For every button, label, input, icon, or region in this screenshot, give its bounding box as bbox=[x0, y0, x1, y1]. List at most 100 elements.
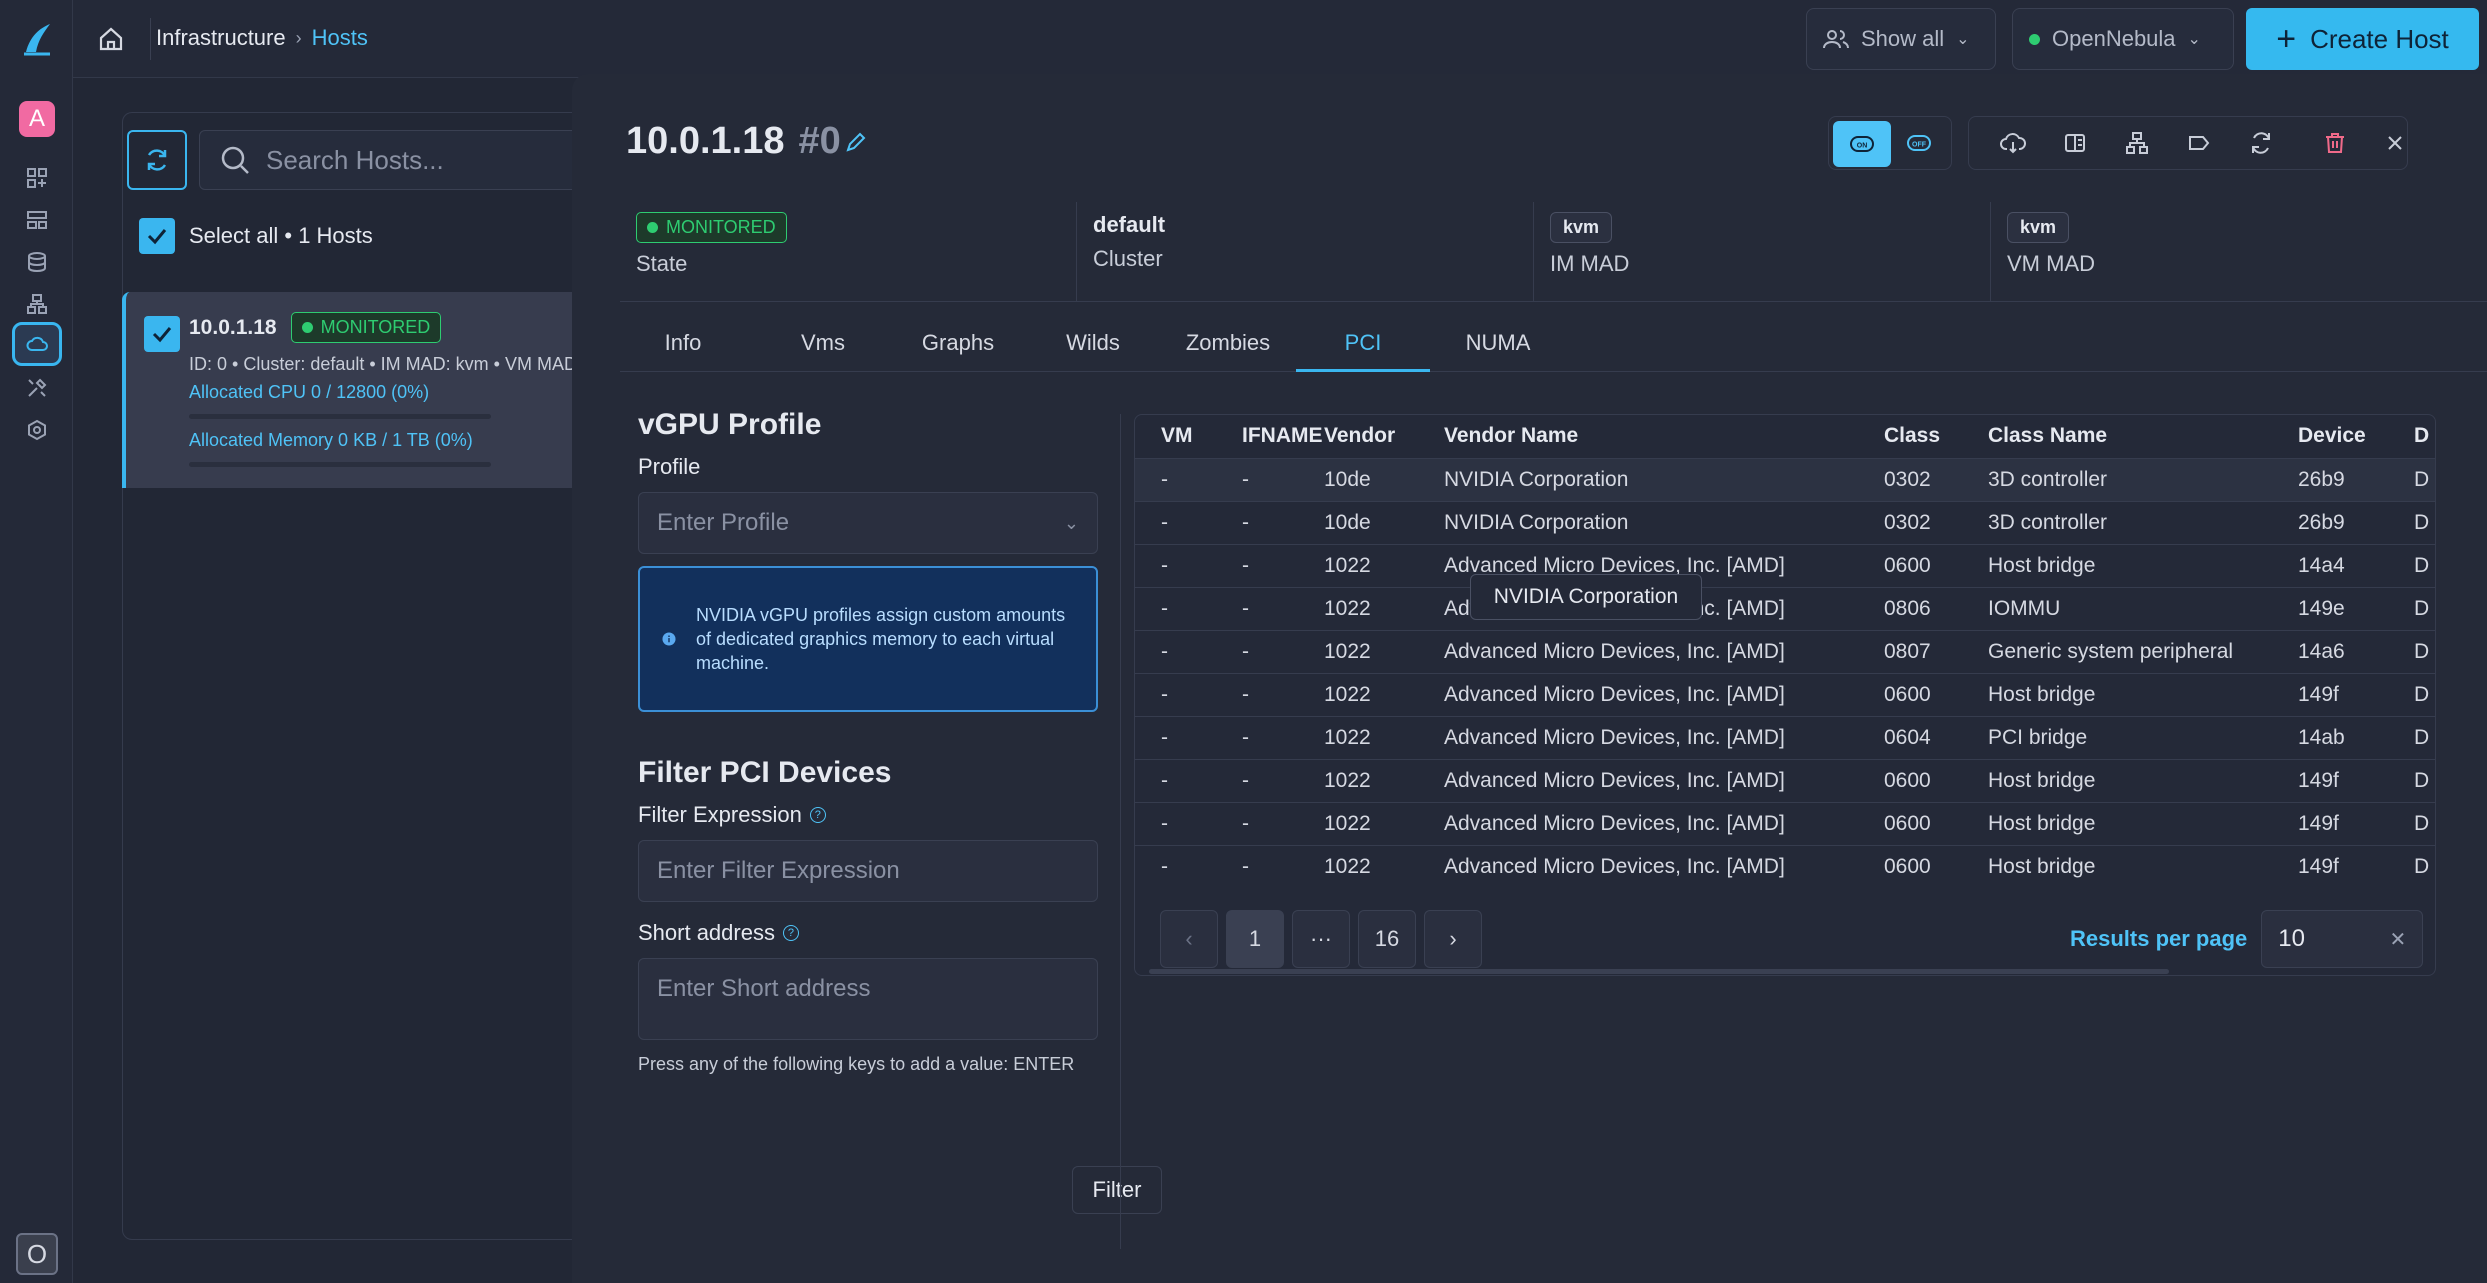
network-icon[interactable] bbox=[12, 286, 62, 322]
cluster-value[interactable]: default bbox=[1093, 212, 1517, 238]
table-cell: 3D controller bbox=[1988, 500, 2298, 544]
column-header[interactable]: D bbox=[2414, 415, 2435, 458]
settings-icon[interactable] bbox=[12, 412, 62, 448]
refresh-button[interactable] bbox=[127, 130, 187, 190]
column-header[interactable]: VM bbox=[1161, 415, 1242, 458]
table-cell: Host bridge bbox=[1988, 801, 2298, 845]
host-checkbox[interactable] bbox=[144, 316, 180, 352]
filter-button[interactable]: Filter bbox=[1072, 1166, 1162, 1214]
table-row[interactable]: --1022Advanced Micro Devices, Inc. [AMD]… bbox=[1135, 758, 2435, 802]
table-row[interactable]: --1022Advanced Micro Devices, Inc. [AMD]… bbox=[1135, 801, 2435, 845]
table-pad bbox=[1135, 801, 1161, 845]
power-on-button[interactable]: ON bbox=[1833, 121, 1891, 167]
filter-expression-input[interactable] bbox=[657, 857, 1079, 885]
table-cell: 26b9 bbox=[2298, 500, 2414, 544]
table-row[interactable]: --1022Advanced Micro Devices, Inc. [AMD]… bbox=[1135, 586, 2435, 630]
tab-info[interactable]: Info bbox=[620, 330, 746, 372]
table-row[interactable]: --1022Advanced Micro Devices, Inc. [AMD]… bbox=[1135, 715, 2435, 759]
column-header[interactable]: Device bbox=[2298, 415, 2414, 458]
table-row[interactable]: --1022Advanced Micro Devices, Inc. [AMD]… bbox=[1135, 844, 2435, 888]
cluster-cell: default Cluster bbox=[1077, 202, 1534, 302]
tab-numa[interactable]: NUMA bbox=[1430, 330, 1566, 372]
cloud-download-button[interactable] bbox=[1984, 117, 2042, 169]
table-cell: - bbox=[1161, 715, 1242, 759]
page-last[interactable]: 16 bbox=[1358, 910, 1416, 968]
tab-graphs[interactable]: Graphs bbox=[890, 330, 1026, 372]
delete-button[interactable] bbox=[2306, 117, 2364, 169]
refresh-host-button[interactable] bbox=[2232, 117, 2290, 169]
home-icon[interactable] bbox=[96, 24, 126, 54]
info-icon bbox=[662, 632, 676, 646]
column-header[interactable]: Vendor bbox=[1324, 415, 1444, 458]
host-meta: ID: 0 • Cluster: default • IM MAD: kvm •… bbox=[189, 354, 620, 374]
templates-icon[interactable] bbox=[12, 202, 62, 238]
power-off-button[interactable]: OFF bbox=[1890, 117, 1948, 169]
filter-expression-label-text: Filter Expression bbox=[638, 802, 802, 827]
select-all-checkbox[interactable] bbox=[139, 218, 175, 254]
storage-icon[interactable] bbox=[12, 244, 62, 280]
table-row[interactable]: --1022Advanced Micro Devices, Inc. [AMD]… bbox=[1135, 543, 2435, 587]
vendor-name-tooltip: NVIDIA Corporation bbox=[1470, 574, 1702, 620]
table-cell: - bbox=[1161, 801, 1242, 845]
horizontal-scrollbar[interactable] bbox=[1149, 969, 2169, 974]
support-button[interactable]: O bbox=[16, 1233, 58, 1275]
nav-rail: A O bbox=[0, 0, 73, 1283]
clear-icon[interactable]: ✕ bbox=[2390, 927, 2407, 952]
table-cell: 14ab bbox=[2298, 715, 2414, 759]
tab-wilds[interactable]: Wilds bbox=[1026, 330, 1160, 372]
results-per-page-select[interactable]: 10 ✕ bbox=[2261, 910, 2424, 968]
table-cell: 14a6 bbox=[2298, 629, 2414, 673]
short-address-input[interactable] bbox=[657, 975, 1079, 1003]
column-header[interactable]: Class Name bbox=[1988, 415, 2298, 458]
opennebula-logo[interactable] bbox=[22, 22, 52, 56]
create-host-button[interactable]: + Create Host bbox=[2246, 8, 2479, 70]
tab-pci[interactable]: PCI bbox=[1296, 330, 1430, 372]
column-header[interactable]: Class bbox=[1884, 415, 1988, 458]
pci-table: VM IFNAME Vendor Vendor Name Class Class… bbox=[1135, 415, 2435, 888]
table-cell: D bbox=[2414, 801, 2435, 845]
view-filter-dropdown[interactable]: Show all ⌄ bbox=[1806, 8, 1996, 70]
pencil-icon[interactable] bbox=[844, 132, 866, 154]
breadcrumb-hosts[interactable]: Hosts bbox=[312, 25, 368, 51]
table-cell: - bbox=[1161, 672, 1242, 716]
chevron-down-icon: ⌄ bbox=[2187, 31, 2201, 48]
disable-button[interactable] bbox=[2046, 117, 2104, 169]
filter-expression-field bbox=[638, 840, 1098, 902]
infrastructure-cloud-icon[interactable] bbox=[12, 322, 62, 366]
table-row[interactable]: - -10de NVIDIA Corporation 0302 3D controlle… bbox=[1135, 500, 2435, 544]
tab-vms[interactable]: Vms bbox=[756, 330, 890, 372]
page-ellipsis[interactable]: ··· bbox=[1292, 910, 1350, 968]
table-cell: 0302 bbox=[1884, 457, 1988, 501]
im-mad-label: IM MAD bbox=[1550, 251, 1630, 276]
cluster-button[interactable] bbox=[2108, 117, 2166, 169]
power-on-text: ON bbox=[1857, 143, 1868, 150]
dashboard-icon[interactable] bbox=[12, 160, 62, 196]
table-cell: Advanced Micro Devices, Inc. [AMD] bbox=[1444, 801, 1884, 845]
user-avatar[interactable]: A bbox=[19, 101, 55, 137]
tab-zombies[interactable]: Zombies bbox=[1160, 330, 1296, 372]
table-row[interactable]: --1022Advanced Micro Devices, Inc. [AMD]… bbox=[1135, 672, 2435, 716]
help-icon[interactable]: ? bbox=[809, 807, 826, 823]
close-button[interactable] bbox=[2366, 117, 2424, 169]
column-header[interactable]: Vendor Name bbox=[1444, 415, 1884, 458]
refresh-icon bbox=[147, 149, 167, 171]
page-current[interactable]: 1 bbox=[1226, 910, 1284, 968]
table-cell: - bbox=[1161, 500, 1242, 544]
prev-page-button[interactable]: ‹ bbox=[1160, 910, 1218, 968]
zone-dropdown[interactable]: OpenNebula ⌄ bbox=[2012, 8, 2234, 70]
next-page-button[interactable]: › bbox=[1424, 910, 1482, 968]
state-dot bbox=[647, 222, 658, 233]
state-cell: MONITORED State bbox=[620, 202, 1077, 302]
host-card[interactable]: 10.0.1.18 MONITORED ID: 0 • Cluster: def… bbox=[122, 292, 622, 488]
help-icon[interactable]: ? bbox=[782, 925, 799, 941]
table-cell: - bbox=[1242, 457, 1324, 501]
label-button[interactable] bbox=[2170, 117, 2228, 169]
breadcrumb-infrastructure[interactable]: Infrastructure bbox=[156, 25, 286, 51]
table-row[interactable]: --1022Advanced Micro Devices, Inc. [AMD]… bbox=[1135, 629, 2435, 673]
table-row[interactable]: - -10de NVIDIA Corporation 0302 3D controlle… bbox=[1135, 457, 2435, 501]
profile-select[interactable]: Enter Profile ⌄ bbox=[638, 492, 1098, 554]
select-all[interactable]: Select all • 1 Hosts bbox=[139, 218, 373, 254]
column-header[interactable]: IFNAME bbox=[1242, 415, 1324, 458]
search-input[interactable] bbox=[266, 144, 596, 176]
tools-icon[interactable] bbox=[12, 370, 62, 406]
